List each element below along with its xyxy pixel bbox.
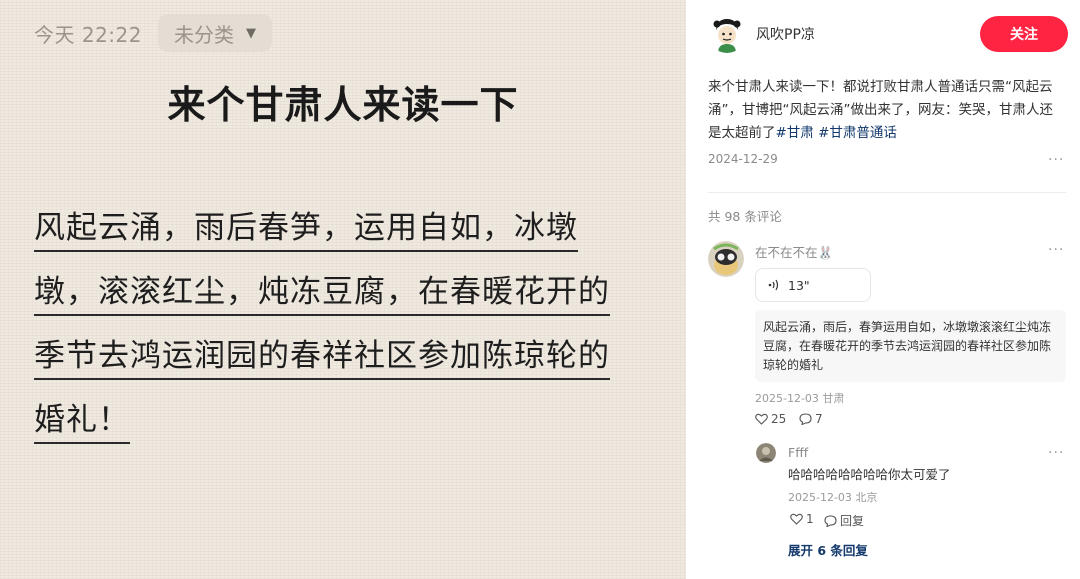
avatar-photo-icon	[756, 443, 776, 463]
image-body-line: 墩，滚滚红尘，炖冻豆腐，在春暖花开的	[34, 274, 610, 316]
expand-replies-link[interactable]: 展开 6 条回复	[788, 540, 868, 559]
image-category-chip: 未分类 ▼	[158, 14, 272, 52]
replier-avatar[interactable]	[756, 443, 776, 463]
avatar-photo-icon	[708, 241, 744, 277]
image-body-line: 婚礼！	[34, 402, 130, 444]
cartoon-avatar-icon	[708, 15, 746, 53]
image-body-line: 季节去鸿运润园的春祥社区参加陈琼轮的	[34, 338, 610, 380]
hashtag-link[interactable]: #甘肃	[776, 125, 814, 141]
heart-icon	[790, 513, 803, 525]
voice-message[interactable]: 13"	[755, 268, 871, 302]
reply-like-count: 1	[806, 512, 814, 526]
image-title: 来个甘肃人来读一下	[167, 83, 519, 127]
comment-like-button[interactable]: 25	[755, 412, 786, 426]
reply-meta: 2025-12-03 北京	[788, 491, 878, 504]
heart-icon	[755, 413, 768, 425]
hashtag-link[interactable]: #甘肃普通话	[818, 125, 897, 141]
author-avatar[interactable]	[708, 15, 746, 53]
voice-wave-icon	[768, 279, 779, 291]
divider	[708, 192, 1066, 193]
commenter-name[interactable]: 在不在不在🐰	[755, 242, 833, 261]
reply-more-icon[interactable]: ···	[1048, 445, 1064, 461]
chat-bubble-icon	[824, 514, 837, 527]
comment-meta: 2025-12-03 甘肃	[755, 392, 845, 405]
author-name[interactable]: 风吹PP凉	[756, 24, 815, 44]
note-sidebar: 风吹PP凉 关注 来个甘肃人来读一下！都说打败甘肃人普通话只需“风起云涌”，甘博…	[686, 0, 1080, 579]
comment-reply-count: 7	[815, 412, 823, 426]
comment-count: 共 98 条评论	[708, 209, 782, 224]
image-header: 今天 22:22 未分类 ▼	[34, 14, 272, 52]
image-category-label: 未分类	[174, 22, 234, 47]
comment-reply-button[interactable]: 7	[799, 412, 823, 426]
commenter-avatar[interactable]	[708, 241, 744, 277]
caret-down-icon: ▼	[246, 25, 256, 41]
chat-bubble-icon	[799, 413, 812, 425]
reply-like-button[interactable]: 1	[790, 512, 814, 526]
note-date: 2024-12-29	[708, 152, 778, 166]
voice-transcript: 风起云涌，雨后，春笋运用自如，冰墩墩滚滚红尘炖冻豆腐，在春暖花开的季节去鸿运润园…	[755, 310, 1066, 382]
image-body-line: 风起云涌，雨后春笋，运用自如，冰墩	[34, 210, 578, 252]
note-more-icon[interactable]: ···	[1048, 152, 1064, 168]
image-time: 今天 22:22	[34, 22, 142, 47]
voice-duration: 13"	[788, 277, 810, 293]
author-row: 风吹PP凉 关注	[708, 14, 1068, 54]
replier-name[interactable]: Ffff	[788, 445, 808, 460]
image-body: 风起云涌，雨后春笋，运用自如，冰墩 墩，滚滚红尘，炖冻豆腐，在春暖花开的 季节去…	[34, 196, 654, 452]
note-image[interactable]: 今天 22:22 未分类 ▼ 来个甘肃人来读一下 风起云涌，雨后春笋，运用自如，…	[0, 0, 686, 579]
reply-reply-button[interactable]: 回复	[824, 512, 864, 529]
comment-more-icon[interactable]: ···	[1048, 242, 1064, 258]
note-description: 来个甘肃人来读一下！都说打败甘肃人普通话只需“风起云涌”，甘博把“风起云涌”做出…	[708, 76, 1062, 145]
reply-reply-label: 回复	[840, 514, 865, 528]
reply-text: 哈哈哈哈哈哈哈哈你太可爱了	[788, 467, 951, 482]
comment-like-count: 25	[771, 412, 787, 426]
follow-button[interactable]: 关注	[980, 16, 1068, 52]
